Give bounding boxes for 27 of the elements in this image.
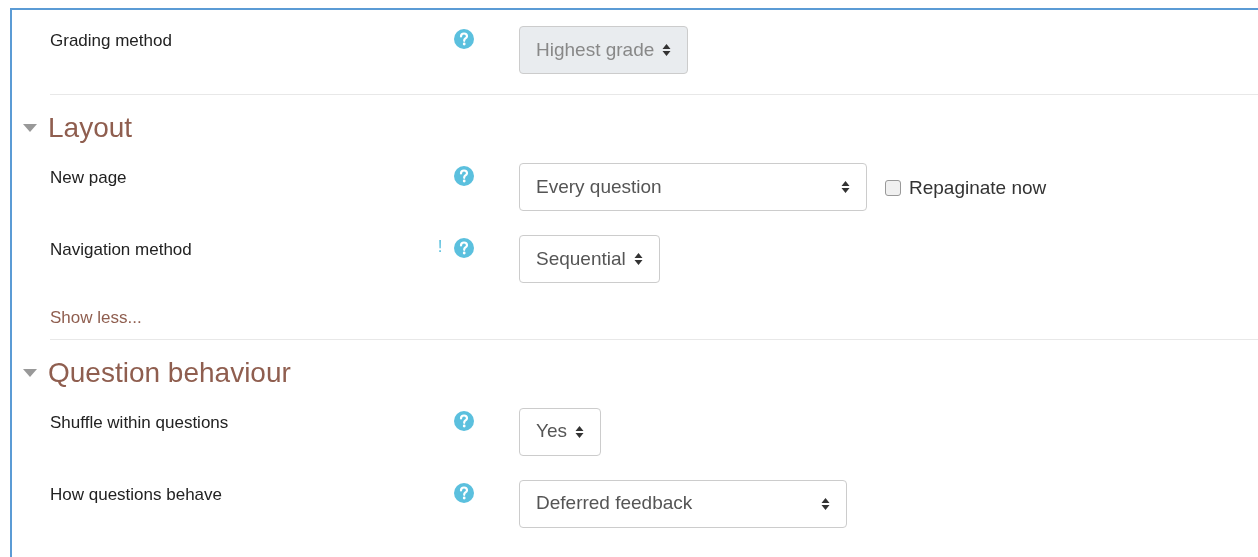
dropdown-select[interactable]: Every question	[519, 163, 867, 211]
collapse-triangle-icon[interactable]	[22, 123, 38, 133]
field-label: New page	[50, 167, 128, 189]
dropdown-select[interactable]: Yes	[519, 407, 601, 456]
show-less-link[interactable]: Show less...	[50, 308, 142, 327]
field-label: Navigation method	[50, 239, 193, 261]
help-icon[interactable]	[454, 29, 474, 49]
sort-arrows-icon	[841, 180, 850, 194]
help-icon[interactable]	[454, 238, 474, 258]
field-label: How questions behave	[50, 483, 223, 506]
field-label: Shuffle within questions	[50, 411, 230, 434]
sort-arrows-icon	[575, 424, 584, 439]
advanced-marker: !	[437, 238, 443, 255]
checkbox-label: Repaginate now	[909, 176, 1047, 200]
help-icon[interactable]	[454, 166, 474, 186]
help-icon[interactable]	[454, 482, 474, 503]
checkbox[interactable]	[885, 180, 901, 197]
section-header[interactable]: Layout	[12, 95, 1258, 151]
field-label: Grading method	[50, 30, 173, 52]
dropdown-select[interactable]: Deferred feedback	[519, 479, 847, 528]
sort-arrows-icon	[633, 252, 643, 266]
sort-arrows-icon	[662, 43, 672, 57]
sort-arrows-icon	[821, 496, 830, 511]
collapse-triangle-icon[interactable]	[22, 367, 38, 378]
help-icon[interactable]	[454, 410, 474, 431]
section-header[interactable]: Question behaviour	[12, 339, 1258, 396]
dropdown-select[interactable]: Sequential	[519, 235, 660, 283]
